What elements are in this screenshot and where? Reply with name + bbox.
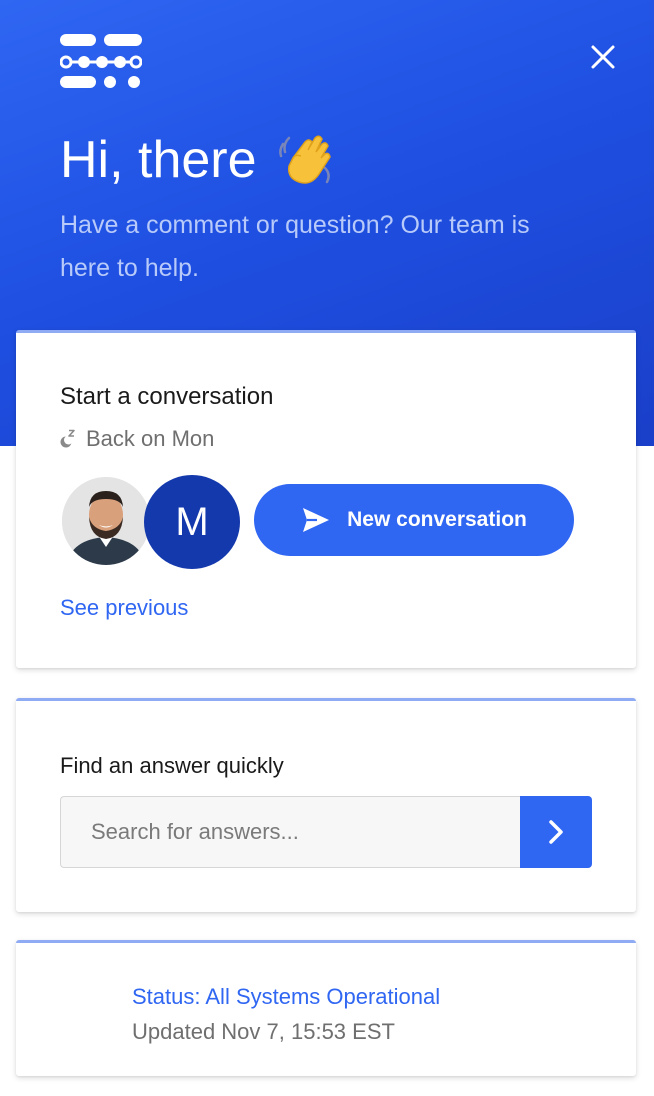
team-member-photo <box>62 477 150 565</box>
avatar <box>60 475 152 567</box>
new-conversation-label: New conversation <box>347 508 527 531</box>
send-icon <box>303 508 330 532</box>
start-conversation-card: Start a conversation Back on Mon M New c… <box>16 330 636 668</box>
close-icon <box>591 45 615 69</box>
team-availability: Back on Mon <box>60 425 214 453</box>
close-button[interactable] <box>584 38 622 76</box>
brand-logo-icon <box>60 34 142 88</box>
see-previous-link[interactable]: See previous <box>60 594 188 622</box>
search-submit-button[interactable] <box>520 796 592 868</box>
status-link[interactable]: Status: All Systems Operational <box>132 983 440 1011</box>
start-conversation-title: Start a conversation <box>60 383 274 410</box>
header-subtitle: Have a comment or question? Our team is … <box>60 211 530 282</box>
messenger-home: Hi, there Have a comment or question? Ou… <box>0 0 654 1096</box>
chevron-right-icon <box>549 820 563 844</box>
waving-hand-icon <box>278 135 331 184</box>
find-answer-title: Find an answer quickly <box>60 753 284 778</box>
avatar-initial: M <box>175 499 209 544</box>
new-conversation-button[interactable]: New conversation <box>254 484 574 556</box>
status-card: Status: All Systems Operational Updated … <box>16 940 636 1076</box>
team-avatars: M <box>60 475 250 569</box>
sleep-icon <box>60 429 75 448</box>
greeting-heading: Hi, there <box>60 128 335 192</box>
search-input[interactable] <box>60 796 520 868</box>
greeting-text: Hi, there <box>60 131 257 189</box>
status-updated-text: Updated Nov 7, 15:53 EST <box>132 1019 395 1044</box>
availability-text: Back on Mon <box>86 426 215 451</box>
find-answer-card: Find an answer quickly <box>16 698 636 912</box>
avatar: M <box>144 475 240 569</box>
